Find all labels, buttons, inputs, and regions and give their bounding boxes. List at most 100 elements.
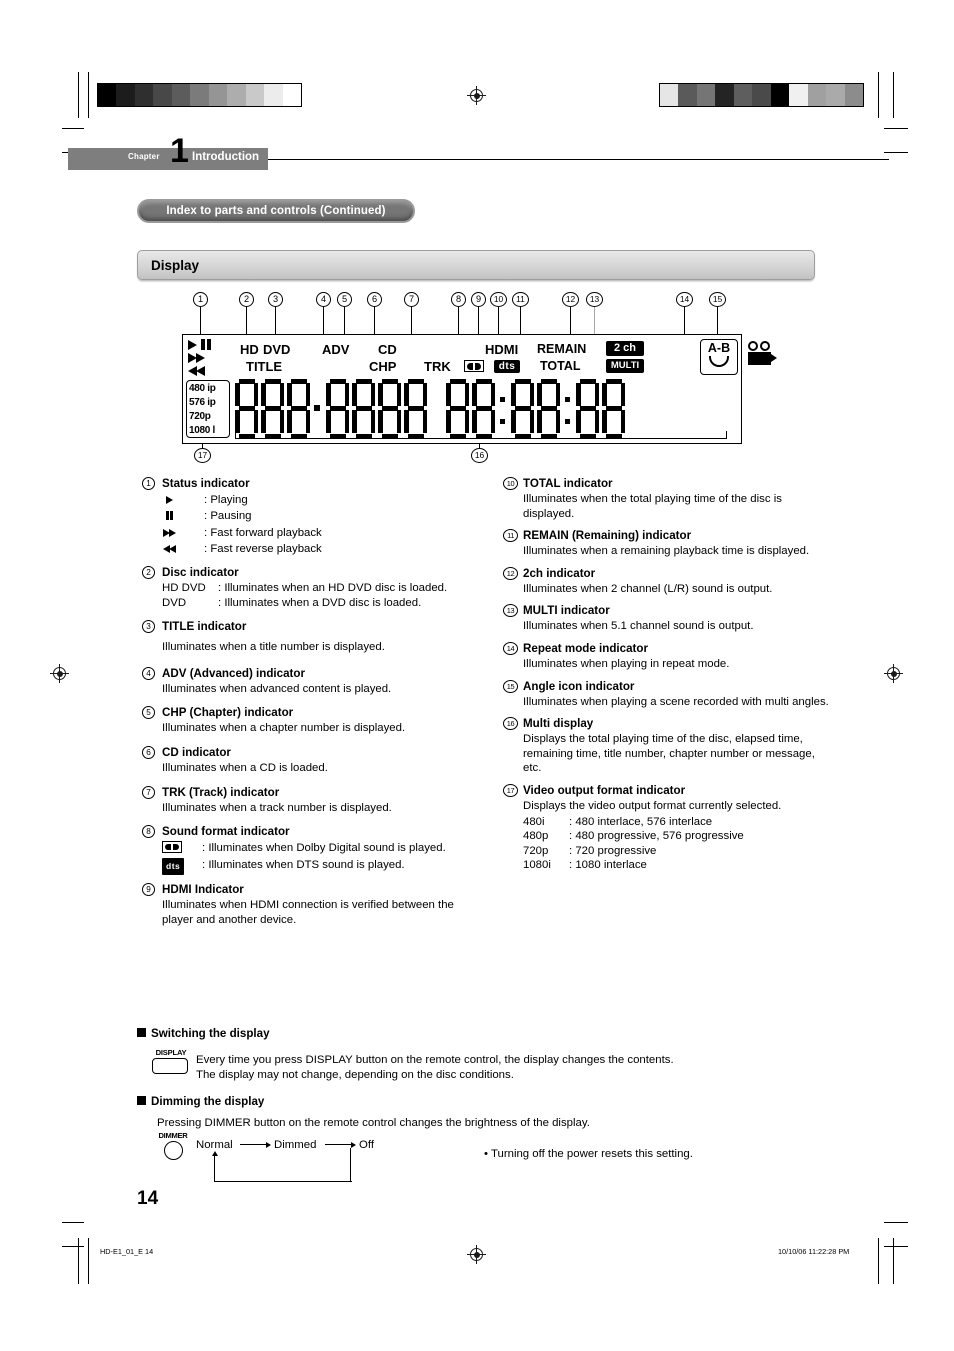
hd-label: HD [240,342,259,357]
item-body: Illuminates when advanced content is pla… [162,682,392,695]
callout-4: 4 [316,292,331,307]
calibration-swatch [153,84,172,106]
item-heading: MULTI indicator [523,604,610,618]
display-section-title: Display [151,257,200,273]
format-def-row: 720p : 720 progressive [523,844,831,859]
item-number: 7 [142,785,155,799]
display-button-label: DISPLAY [155,1048,187,1057]
dimming-display-heading: Dimming the display [137,1095,264,1108]
page-number: 14 [137,1188,159,1209]
crop-mark-bl-v [78,1238,79,1284]
footer-file-name: HD-E1_01_E 14 [100,1247,154,1256]
item-body: Illuminates when a chapter number is dis… [162,722,406,735]
digit [287,379,310,438]
item-body: Illuminates when a track number is displ… [162,801,392,814]
status-def-text: : Pausing [204,510,252,522]
item-body: Illuminates when a CD is loaded. [162,761,328,774]
callout-6: 6 [367,292,382,307]
status-def-row: : Playing [162,492,470,508]
calibration-swatch [807,84,827,106]
callout-16: 16 [471,448,488,463]
item-number: 14 [503,641,518,655]
video-format-indicator-box: 480 ip 576 ip 720p 1080 l [186,380,230,438]
calibration-swatch [752,84,771,106]
status-def-text: : Playing [204,494,248,506]
dimming-display-heading-text: Dimming the display [151,1095,265,1108]
display-button-illustration: DISPLAY [152,1048,190,1074]
dimming-display-intro: Pressing DIMMER button on the remote con… [157,1117,590,1129]
list-item: 6 CD indicator Illuminates when a CD is … [142,745,470,776]
chapter-header-rule [268,158,889,160]
footer-timestamp: 10/10/06 11:22:28 PM [778,1247,850,1256]
multi-display-bracket [235,438,727,439]
switching-display-line2: The display may not change, depending on… [196,1069,514,1081]
item-heading: Angle icon indicator [523,679,635,693]
format-def-row: 480i : 480 interlace, 576 interlace [523,815,831,830]
pause-icon [201,339,211,350]
list-item: 10 TOTAL indicator Illuminates when the … [503,476,831,521]
item-heading: TOTAL indicator [523,477,613,490]
digit [576,379,599,438]
digit [537,379,560,438]
crop-mark-bl-v2 [88,1238,89,1284]
dimmer-loop-bottom [214,1181,352,1183]
color-calibration-bar-right [659,83,864,107]
display-section-header: Display [137,250,815,280]
item-number: 6 [142,745,155,759]
item-body: Displays the video output format current… [523,799,782,812]
list-item: 5 CHP (Chapter) indicator Illuminates wh… [142,705,470,736]
switching-display-line1: Every time you press DISPLAY button on t… [196,1054,674,1066]
calibration-swatch [844,84,863,106]
status-def-text: : Fast reverse playback [204,543,322,555]
title-label: TITLE [246,359,283,374]
dts-icon: dts [494,360,520,373]
item-heading: Disc indicator [162,566,239,579]
disc-def-row: HD DVD : Illuminates when an HD DVD disc… [162,581,470,596]
bullet-square-icon [137,1096,146,1105]
item-number: 4 [142,666,155,680]
crop-mark-tr-v2 [893,72,894,118]
disc-def-key: HD DVD [162,582,206,594]
item-body: Illuminates when a remaining playback ti… [523,545,810,558]
calibration-swatch [227,84,246,106]
list-item: 3 TITLE indicator Illuminates when a tit… [142,619,470,655]
multi-display-digits [235,379,628,438]
dimmer-arrow-2-line [325,1144,352,1146]
sound-def-text: : Illuminates when Dolby Digital sound i… [202,842,446,855]
callout-13: 13 [586,292,603,307]
crop-mark-tl-v2 [88,72,89,118]
disc-def-key: DVD [162,596,187,609]
two-channel-icon: 2 ch [606,341,644,356]
dimming-note: • Turning off the power resets this sett… [484,1148,693,1160]
dimmer-button-knob [163,1141,183,1160]
registration-mark-bottom [467,1245,486,1264]
callout-11: 11 [512,292,529,307]
chapter-word-label: Chapter [128,152,160,161]
video-format-720p: 720p [189,411,211,422]
color-calibration-bar-left [97,83,302,107]
repeat-loop-icon [709,356,729,367]
item-number: 17 [503,783,518,797]
dimmer-state-off: Off [359,1139,374,1151]
item-heading: CHP (Chapter) indicator [162,706,294,720]
format-def-row: 1080i : 1080 interlace [523,858,831,873]
status-def-row: : Pausing [162,508,470,525]
dimmer-arrow-1-head [266,1141,271,1148]
item-body: Illuminates when the total playing time … [523,493,782,520]
colon-separator [498,379,508,438]
list-item: 13 MULTI indicator Illuminates when 5.1 … [503,603,831,634]
fast-forward-icon [188,353,205,363]
callout-2: 2 [239,292,254,307]
registration-mark-left [50,664,69,683]
format-value: : 480 interlace, 576 interlace [569,815,713,828]
remain-label: REMAIN [537,342,587,356]
status-def-text: : Fast forward playback [204,527,322,539]
crop-mark-tr-h [884,128,908,129]
callout-10: 10 [490,292,507,307]
calibration-swatch [134,84,154,106]
play-pause-icon-group [188,339,211,350]
item-heading: Repeat mode indicator [523,641,648,655]
list-item: 9 HDMI Indicator Illuminates when HDMI c… [142,882,470,927]
display-button-key [152,1058,188,1074]
item-heading: ADV (Advanced) indicator [162,666,306,680]
